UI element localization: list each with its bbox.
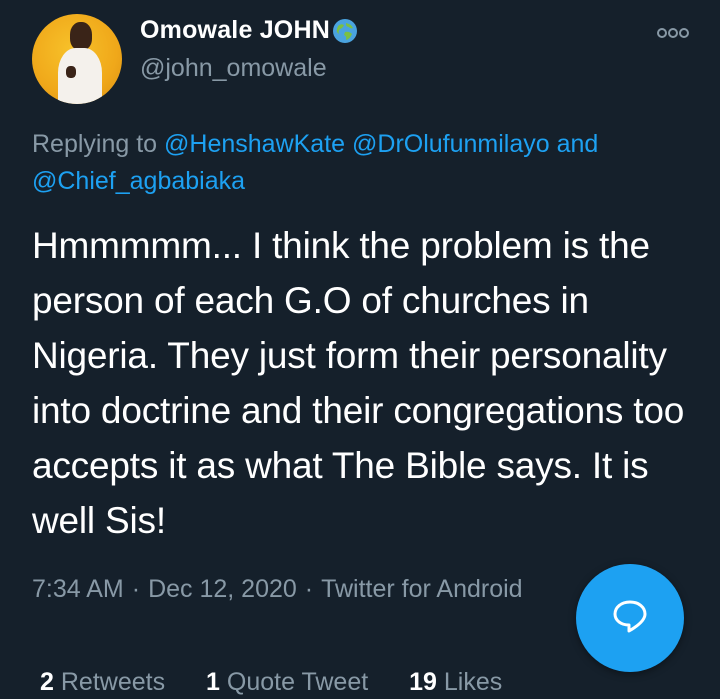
retweets-count: 2 [40,668,54,696]
tweet-text: Hmmmmm... I think the problem is the per… [32,225,685,541]
replying-to-label: Replying to [32,130,158,158]
quote-tweets-count: 1 [206,668,220,696]
replying-to: Replying to @HenshawKate @DrOlufunmilayo… [32,126,692,200]
compose-reply-button[interactable] [576,564,684,672]
mention-drolufunmilayo[interactable]: @DrOlufunmilayo [352,130,550,158]
quote-tweets-stat[interactable]: 1 Quote Tweet [206,668,368,696]
tweet-stats: 2 Retweets 1 Quote Tweet 19 Likes [40,668,536,697]
quote-tweets-label: Quote Tweet [226,668,369,696]
tweet-source[interactable]: Twitter for Android [321,575,522,603]
tweet-date[interactable]: Dec 12, 2020 [148,575,297,603]
likes-stat[interactable]: 19 Likes [409,668,502,696]
user-display-name[interactable]: Omowale JOHN [140,16,330,45]
reply-bubble-icon [610,596,650,641]
avatar-hand [66,66,76,78]
likes-label: Likes [443,668,503,696]
more-icon[interactable] [656,26,690,40]
tweet-time[interactable]: 7:34 AM [32,575,124,603]
meta-separator: · [131,575,141,603]
likes-count: 19 [409,668,437,696]
user-name-row: Omowale JOHN [140,16,358,45]
user-handle[interactable]: @john_omowale [140,54,327,83]
meta-separator: · [304,575,314,603]
mention-henshawkate[interactable]: @HenshawKate [164,130,345,158]
avatar-head [70,22,92,50]
tweet-meta: 7:34 AM · Dec 12, 2020 · Twitter for Android [32,575,523,604]
replying-to-and: and [556,130,599,158]
avatar-body [58,48,102,104]
retweets-stat[interactable]: 2 Retweets [40,668,165,696]
avatar[interactable] [32,14,122,104]
retweets-label: Retweets [60,668,166,696]
mention-chief-agbabiaka[interactable]: @Chief_agbabiaka [32,167,245,195]
globe-icon [332,18,358,44]
